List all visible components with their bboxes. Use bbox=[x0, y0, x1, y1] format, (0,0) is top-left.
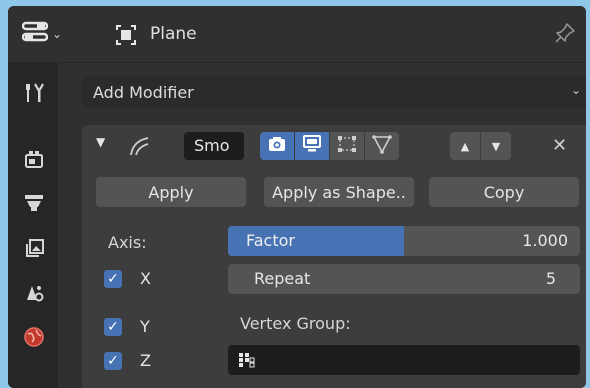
axis-z-label: Z bbox=[140, 351, 151, 370]
properties-editor: ⌄ Plane Add Modifier ⌄ ▼ Smo ▲ ▼ ✕ Apply… bbox=[8, 6, 586, 388]
factor-label: Factor bbox=[246, 231, 295, 250]
add-modifier-dropdown[interactable]: Add Modifier ⌄ bbox=[82, 77, 586, 107]
add-modifier-label: Add Modifier bbox=[93, 82, 194, 102]
collapse-icon[interactable]: ▼ bbox=[96, 135, 105, 149]
factor-value: 1.000 bbox=[522, 231, 568, 250]
axis-y-checkbox[interactable]: ✓ Y bbox=[104, 317, 150, 336]
factor-slider[interactable]: Factor 1.000 bbox=[228, 226, 580, 256]
modifier-header: ▼ Smo ▲ ▼ ✕ bbox=[82, 125, 586, 167]
axis-y-label: Y bbox=[140, 317, 150, 336]
move-up-button[interactable]: ▲ bbox=[450, 132, 480, 160]
output-icon bbox=[23, 192, 45, 218]
tab-tool[interactable] bbox=[14, 77, 54, 113]
tool-icon bbox=[23, 82, 45, 108]
vertex-group-label: Vertex Group: bbox=[240, 314, 351, 333]
editor-type-selector[interactable]: ⌄ bbox=[21, 20, 70, 48]
chevron-down-icon: ⌄ bbox=[570, 83, 581, 97]
copy-button[interactable]: Copy bbox=[429, 177, 579, 207]
axis-z-checkbox[interactable]: ✓ Z bbox=[104, 351, 151, 370]
checkmark-icon: ✓ bbox=[104, 269, 122, 288]
apply-button[interactable]: Apply bbox=[96, 177, 246, 207]
axis-x-checkbox[interactable]: ✓ X bbox=[104, 269, 151, 288]
editmode-toggle[interactable] bbox=[330, 132, 364, 160]
tab-scene[interactable] bbox=[14, 277, 54, 313]
render-toggle[interactable] bbox=[260, 132, 294, 160]
modifier-name-field[interactable]: Smo bbox=[184, 132, 244, 160]
checkmark-icon: ✓ bbox=[104, 351, 122, 370]
smooth-modifier-panel: ▼ Smo ▲ ▼ ✕ Apply Apply as Shape.. Copy … bbox=[82, 125, 586, 388]
properties-tab-strip bbox=[8, 63, 58, 388]
cage-icon bbox=[372, 134, 392, 158]
vertex-group-icon bbox=[238, 352, 256, 372]
repeat-value: 5 bbox=[545, 269, 556, 288]
repeat-label: Repeat bbox=[254, 269, 311, 288]
editor-header: ⌄ Plane bbox=[8, 6, 586, 63]
modifier-properties: Add Modifier ⌄ ▼ Smo ▲ ▼ ✕ Apply Apply a… bbox=[66, 63, 586, 388]
properties-editor-icon bbox=[21, 21, 49, 47]
repeat-field[interactable]: Repeat 5 bbox=[228, 264, 580, 294]
cage-toggle[interactable] bbox=[365, 132, 399, 160]
tab-render[interactable] bbox=[14, 143, 54, 179]
world-icon bbox=[23, 326, 45, 352]
render-icon bbox=[23, 148, 45, 174]
move-up-icon: ▲ bbox=[460, 139, 470, 153]
scene-icon bbox=[23, 282, 45, 308]
smooth-modifier-icon bbox=[128, 135, 152, 161]
axis-label: Axis: bbox=[108, 233, 147, 252]
mesh-object-icon bbox=[116, 25, 136, 49]
editmode-icon bbox=[337, 135, 357, 157]
vertex-group-field[interactable] bbox=[228, 345, 580, 375]
apply-as-shape-button[interactable]: Apply as Shape.. bbox=[264, 177, 414, 207]
move-down-button[interactable]: ▼ bbox=[481, 132, 511, 160]
tab-world[interactable] bbox=[14, 321, 54, 357]
tab-output[interactable] bbox=[14, 187, 54, 223]
checkmark-icon: ✓ bbox=[104, 317, 122, 336]
view-layer-icon bbox=[23, 238, 45, 264]
tab-view-layer[interactable] bbox=[14, 233, 54, 269]
pin-icon[interactable] bbox=[554, 22, 576, 48]
remove-icon[interactable]: ✕ bbox=[552, 135, 567, 156]
chevron-down-icon: ⌄ bbox=[52, 27, 63, 41]
move-down-icon: ▼ bbox=[491, 139, 501, 153]
realtime-camera-icon bbox=[268, 136, 286, 156]
object-name: Plane bbox=[150, 24, 197, 44]
viewport-icon bbox=[302, 135, 322, 157]
axis-x-label: X bbox=[140, 269, 151, 288]
viewport-toggle[interactable] bbox=[295, 132, 329, 160]
